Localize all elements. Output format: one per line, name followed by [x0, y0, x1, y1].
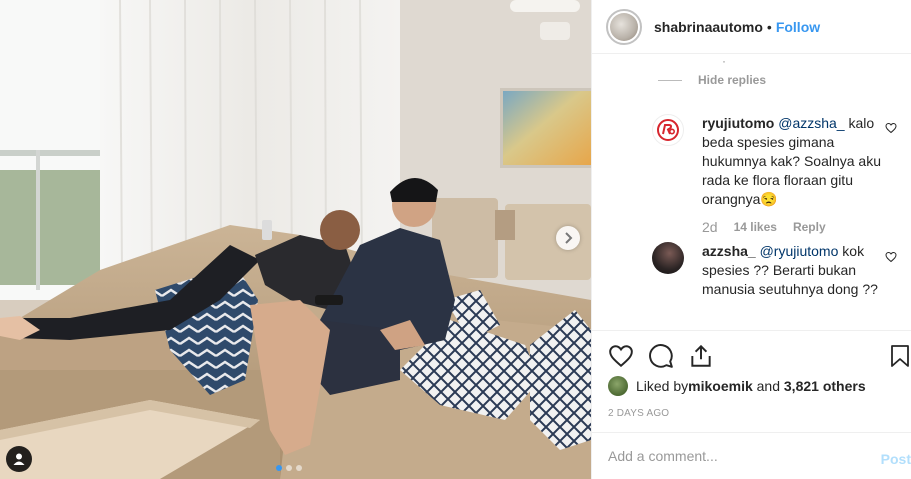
comment-likes[interactable]: 14 likes: [734, 218, 777, 237]
commenter-avatar[interactable]: [652, 114, 684, 146]
author-username[interactable]: shabrinaautomo: [654, 19, 763, 35]
comment-like-heart-icon[interactable]: [885, 122, 897, 134]
carousel-dot: [276, 465, 282, 471]
share-icon[interactable]: [688, 343, 714, 369]
add-comment-bar: Post: [592, 432, 911, 479]
liked-by-middle: and: [752, 378, 784, 394]
carousel-dot: [296, 465, 302, 471]
post-actions-bar: [592, 330, 911, 380]
comment-input[interactable]: [608, 448, 868, 464]
author-avatar[interactable]: [606, 8, 642, 45]
carousel-dot: [286, 465, 292, 471]
post-timestamp[interactable]: 2 days ago: [608, 408, 669, 419]
comment-username[interactable]: azzsha_: [702, 243, 756, 259]
comment-mention[interactable]: @ryujiutomo: [760, 243, 839, 259]
hide-replies-line: [658, 79, 682, 81]
hide-replies-label: Hide replies: [698, 73, 767, 87]
person-icon: [13, 453, 25, 465]
comment-meta: 2d 14 likes Reply: [702, 218, 892, 237]
post-sidebar: shabrinaautomo • Follow · Hide replies r…: [591, 0, 911, 479]
liked-by-prefix: Liked by: [636, 378, 689, 394]
bookmark-icon[interactable]: [889, 343, 911, 369]
liker-username[interactable]: mikoemik: [688, 378, 753, 394]
comment-mention[interactable]: @azzsha_: [778, 115, 844, 131]
instagram-post-view: shabrinaautomo • Follow · Hide replies r…: [0, 0, 911, 479]
truncated-comment-text: ·: [722, 54, 726, 68]
comment-age[interactable]: 2d: [702, 218, 718, 237]
post-comment-button[interactable]: Post: [881, 451, 911, 467]
comment-like-heart-icon[interactable]: [885, 251, 897, 263]
reply-button[interactable]: Reply: [793, 218, 826, 237]
living-room-illustration: [0, 0, 591, 479]
post-header: shabrinaautomo • Follow: [592, 0, 911, 54]
heart-icon[interactable]: [608, 343, 634, 369]
chevron-right-icon: [565, 232, 573, 244]
header-separator: •: [766, 18, 772, 35]
comments-list[interactable]: · Hide replies ryujiutomo @azzsha_ kalo …: [592, 54, 911, 330]
post-photo[interactable]: [0, 0, 591, 479]
carousel-dots: [276, 465, 302, 471]
comment-item: ryujiutomo @azzsha_ kalo beda spesies gi…: [652, 114, 892, 237]
comment-item: azzsha_ @ryujiutomo kok spesies ?? Berar…: [652, 242, 892, 299]
comment-username[interactable]: ryujiutomo: [702, 115, 774, 131]
follow-button[interactable]: Follow: [776, 19, 820, 35]
likes-count-link[interactable]: 3,821 others: [784, 378, 866, 394]
carousel-next-button[interactable]: [556, 226, 580, 250]
liked-by-row: Liked by mikoemik and 3,821 others: [608, 376, 866, 396]
hide-replies-button[interactable]: Hide replies: [658, 73, 766, 87]
commenter-avatar[interactable]: [652, 242, 684, 274]
tagged-users-button[interactable]: [6, 446, 32, 472]
ryuji-logo-icon: [657, 119, 679, 141]
comment-icon[interactable]: [648, 343, 674, 369]
liker-avatar[interactable]: [608, 376, 628, 396]
